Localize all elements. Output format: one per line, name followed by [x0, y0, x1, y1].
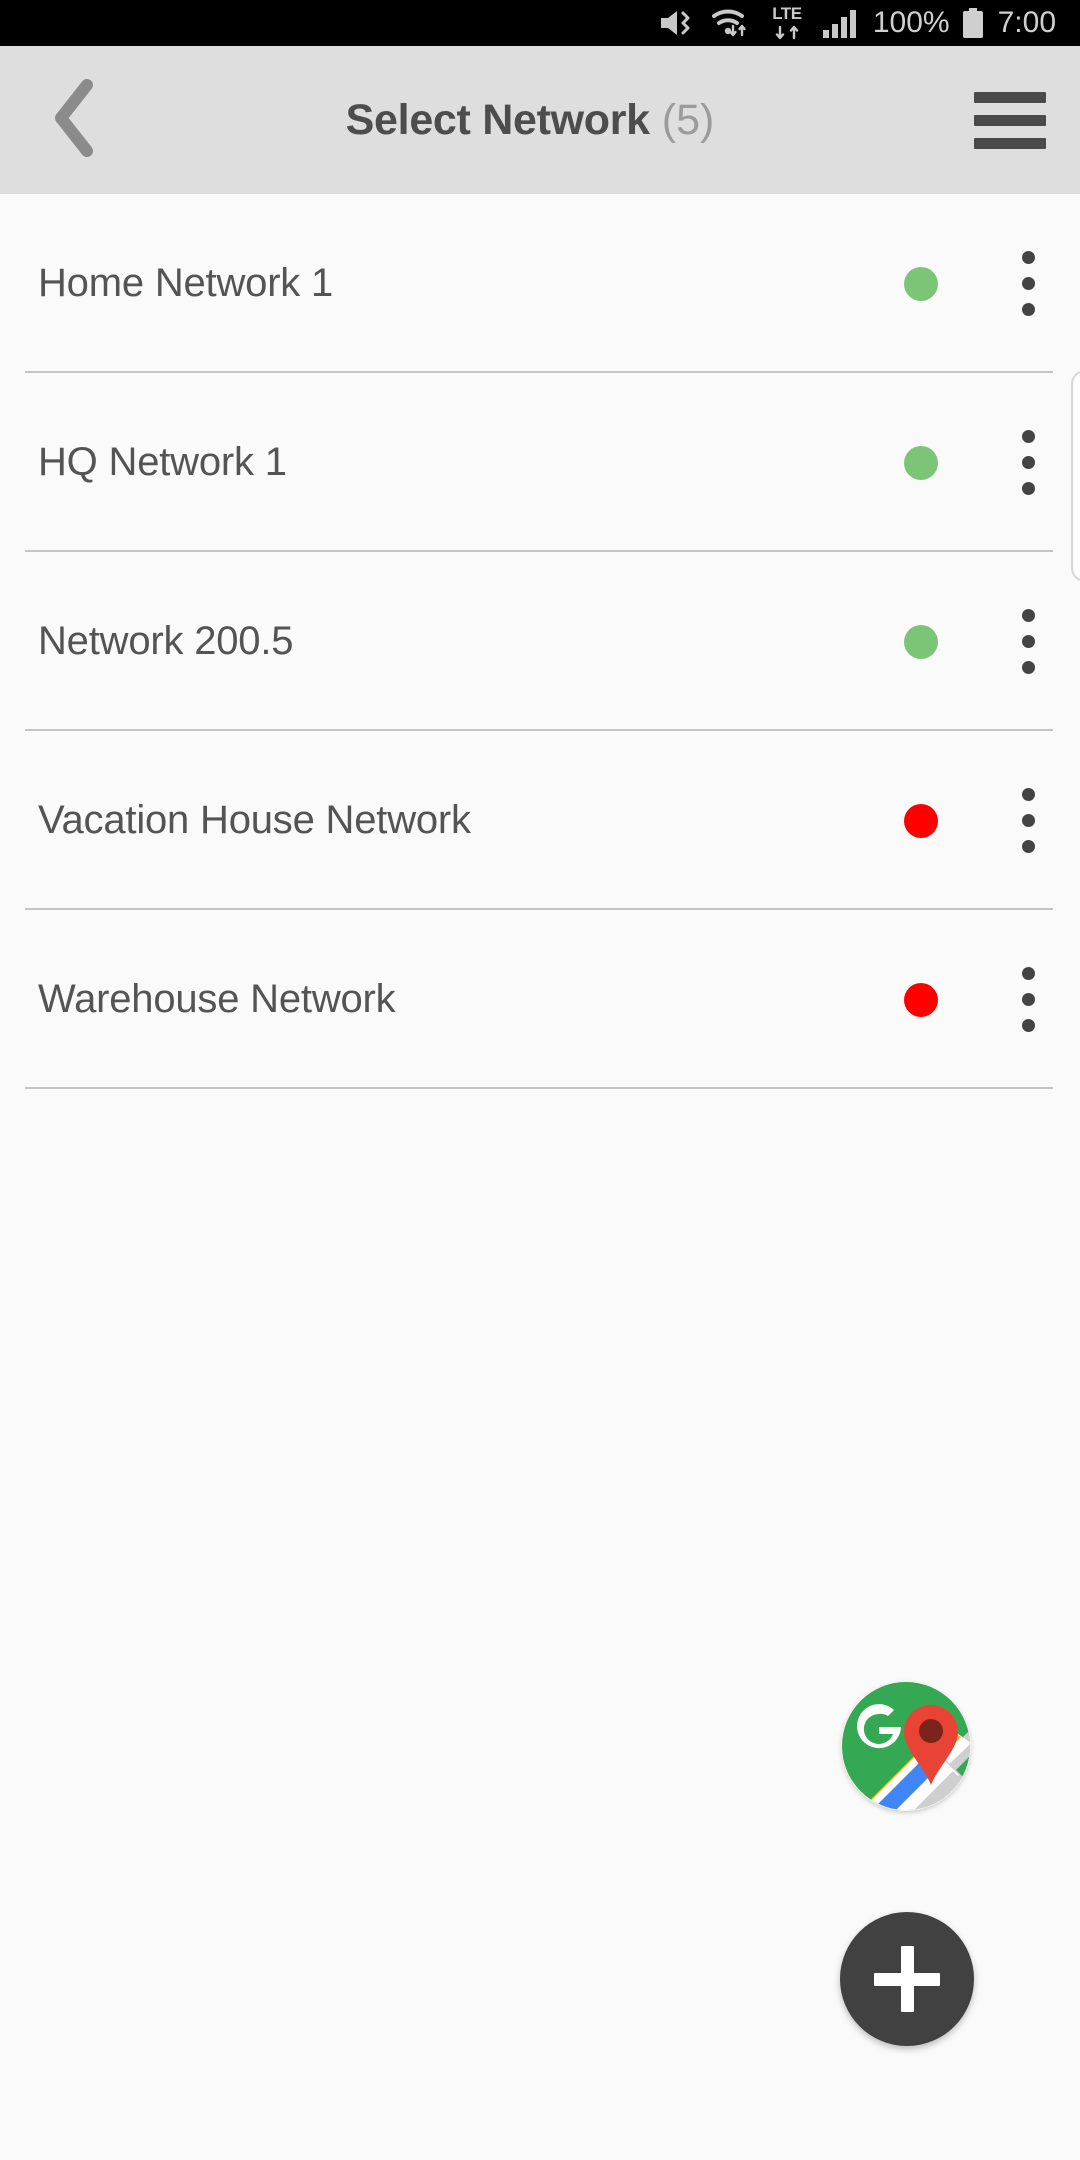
lte-icon: LTE — [765, 4, 809, 40]
clock-label: 7:00 — [997, 6, 1056, 39]
add-network-button[interactable] — [840, 1912, 974, 2046]
table-row[interactable]: HQ Network 1 — [0, 373, 1080, 552]
status-badge — [904, 445, 938, 480]
more-vertical-icon[interactable] — [988, 552, 1068, 731]
mute-icon — [657, 7, 697, 39]
network-name: Network 200.5 — [38, 619, 294, 663]
chevron-left-icon — [49, 77, 101, 164]
battery-icon — [962, 8, 983, 38]
status-bar: LTE 100% 7:00 — [0, 0, 1080, 46]
status-badge — [904, 624, 938, 659]
more-vertical-icon[interactable] — [988, 731, 1068, 910]
network-name: Home Network 1 — [38, 261, 334, 305]
network-count-label: (5) — [661, 95, 715, 144]
row-divider — [25, 1087, 1053, 1089]
table-row[interactable]: Network 200.5 — [0, 552, 1080, 731]
table-row[interactable]: Vacation House Network — [0, 731, 1080, 910]
more-vertical-icon[interactable] — [988, 194, 1068, 373]
network-name: HQ Network 1 — [38, 440, 287, 484]
status-badge — [904, 803, 938, 838]
status-badge — [904, 982, 938, 1017]
more-vertical-icon[interactable] — [988, 373, 1068, 552]
battery-percent-label: 100% — [872, 6, 950, 39]
lte-label: LTE — [772, 4, 802, 23]
network-list: Home Network 1 HQ Network 1 Network 200.… — [0, 194, 1080, 2160]
wifi-icon — [710, 7, 752, 39]
more-vertical-icon[interactable] — [988, 910, 1068, 1089]
hamburger-menu-icon — [974, 91, 1046, 149]
plus-icon — [874, 1946, 940, 2012]
status-badge — [904, 266, 938, 301]
google-maps-button[interactable] — [841, 1681, 971, 1811]
page-title-text: Select Network — [345, 95, 650, 144]
network-name: Vacation House Network — [38, 798, 471, 842]
phone-screen: LTE 100% 7:00 Select Network (5) Home Ne… — [0, 0, 1080, 2160]
table-row[interactable]: Home Network 1 — [0, 194, 1080, 373]
table-row[interactable]: Warehouse Network — [0, 910, 1080, 1089]
app-bar: Select Network (5) — [0, 46, 1080, 194]
scrollbar-thumb[interactable] — [1071, 370, 1080, 582]
hamburger-menu-button[interactable] — [940, 46, 1080, 194]
page-title: Select Network (5) — [120, 96, 940, 145]
network-name: Warehouse Network — [38, 977, 396, 1021]
signal-bars-icon — [822, 8, 860, 38]
